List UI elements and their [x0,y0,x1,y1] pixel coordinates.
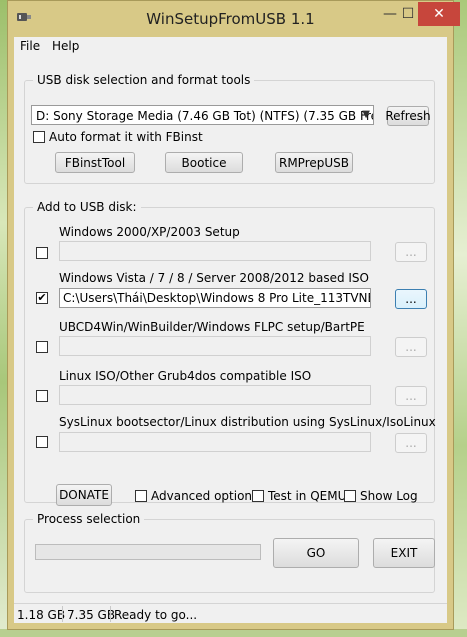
app-window: WinSetupFromUSB 1.1 — ☐ ✕ File Help USB … [7,0,460,630]
progress-bar [35,544,261,560]
option-windows-xp-checkbox[interactable] [36,247,48,259]
option-windows-xp-path [59,241,371,261]
add-to-usb-group-title: Add to USB disk: [33,200,141,214]
option-windows-vista-path[interactable]: C:\Users\Thái\Desktop\Windows 8 Pro Lite… [59,288,371,308]
donate-button[interactable]: DONATE [56,484,112,506]
bootice-button[interactable]: Bootice [165,152,243,173]
advanced-options-label: Advanced options [151,489,259,503]
client-area: File Help USB disk selection and format … [14,37,447,623]
fbinsttool-button[interactable]: FBinstTool [55,152,135,173]
title-bar[interactable]: WinSetupFromUSB 1.1 — ☐ ✕ [8,1,460,37]
option-ubcd4win-label: UBCD4Win/WinBuilder/Windows FLPC setup/B… [59,320,365,334]
option-syslinux-checkbox[interactable] [36,436,48,448]
option-windows-vista-browse-button[interactable]: ... [395,289,427,309]
option-windows-vista-checkbox[interactable]: ✔ [36,292,48,304]
status-divider [62,606,63,622]
option-linux-iso-label: Linux ISO/Other Grub4dos compatible ISO [59,369,312,383]
option-ubcd4win-path [59,336,371,356]
rmprepusb-button[interactable]: RMPrepUSB [275,152,353,173]
show-log-label: Show Log [360,489,418,503]
show-log-checkbox[interactable] [344,490,356,502]
option-syslinux-path [59,432,371,452]
option-ubcd4win-checkbox[interactable] [36,341,48,353]
auto-format-checkbox[interactable] [33,131,45,143]
option-linux-iso-browse-button[interactable]: ... [395,386,427,406]
menu-file[interactable]: File [20,39,40,53]
usb-disk-selected-value: D: Sony Storage Media (7.46 GB Tot) (NTF… [36,109,374,123]
status-divider [110,606,111,622]
status-free-size: 7.35 GB [67,608,116,622]
add-to-usb-group: Add to USB disk: Windows 2000/XP/2003 Se… [24,200,436,503]
refresh-button[interactable]: Refresh [385,106,431,126]
close-button[interactable]: ✕ [418,2,460,26]
auto-format-label: Auto format it with FBinst [49,130,203,144]
maximize-button[interactable]: ☐ [396,1,420,27]
option-syslinux-label: SysLinux bootsector/Linux distribution u… [59,415,436,429]
status-bar: 1.18 GB 7.35 GB Ready to go... [14,603,447,624]
status-message: Ready to go... [114,608,198,622]
test-in-qemu-label: Test in QEMU [268,489,347,503]
option-ubcd4win-browse-button[interactable]: ... [395,337,427,357]
process-selection-title: Process selection [33,512,145,526]
option-linux-iso-checkbox[interactable] [36,390,48,402]
menu-bar: File Help [14,37,447,55]
desktop-background-bottom [0,629,467,637]
go-button[interactable]: GO [273,538,359,568]
option-windows-xp-browse-button[interactable]: ... [395,242,427,262]
usb-disk-group-title: USB disk selection and format tools [33,73,255,87]
chevron-down-icon[interactable]: ▼ [362,109,370,120]
menu-help[interactable]: Help [52,39,79,53]
option-linux-iso-path [59,385,371,405]
option-windows-xp-label: Windows 2000/XP/2003 Setup [59,225,240,239]
option-syslinux-browse-button[interactable]: ... [395,433,427,453]
advanced-options-checkbox[interactable] [135,490,147,502]
option-windows-vista-label: Windows Vista / 7 / 8 / Server 2008/2012… [59,271,369,285]
status-total-size: 1.18 GB [17,608,66,622]
usb-disk-select[interactable]: D: Sony Storage Media (7.46 GB Tot) (NTF… [31,105,374,125]
exit-button[interactable]: EXIT [373,538,435,568]
test-in-qemu-checkbox[interactable] [252,490,264,502]
usb-disk-group: USB disk selection and format tools D: S… [24,73,435,184]
process-selection-group: Process selection GO EXIT [24,512,435,593]
